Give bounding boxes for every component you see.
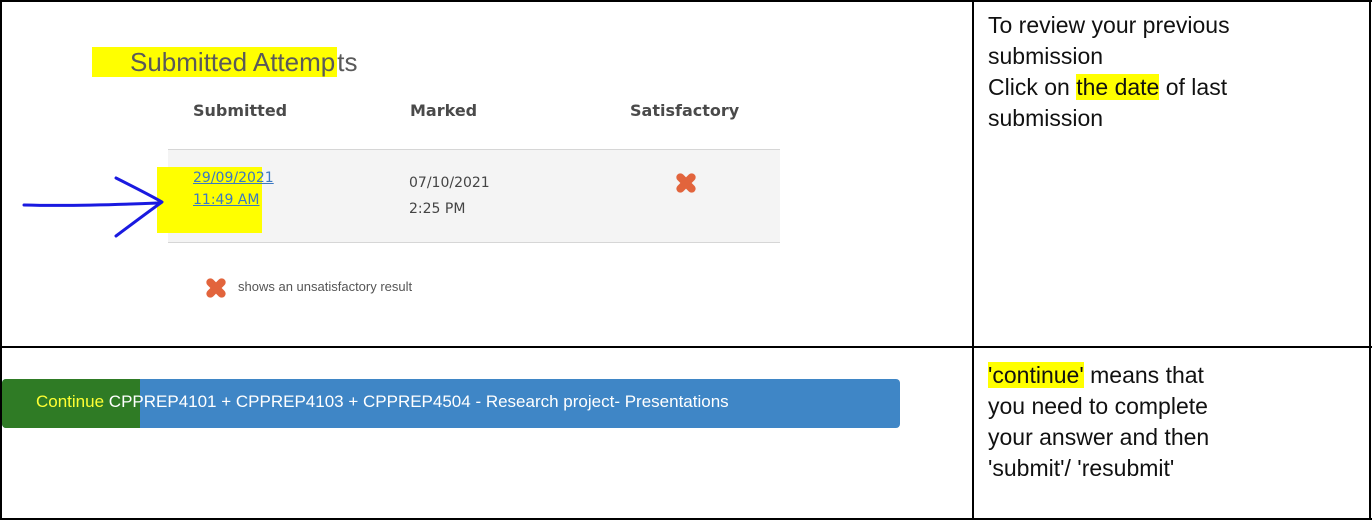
submitted-attempts-title: Submitted Attempts [92,40,358,84]
review-line-3-pre: Click on [988,74,1077,100]
continue-quote-highlight: 'continue' [988,362,1084,388]
continue-line-2: you need to complete [988,393,1208,419]
column-header-marked: Marked [410,101,478,120]
submitted-time[interactable]: 11:49 AM [193,189,262,211]
continue-instruction: 'continue' means that you need to comple… [988,360,1209,484]
review-line-4: submission [988,105,1104,131]
continue-course: CPPREP4101 + CPPREP4103 + CPPREP4504 - R… [104,392,729,411]
title-highlight: Submitted Attemp [92,47,338,77]
title-rest: ts [337,47,358,77]
table-border-left [0,0,2,520]
marked-cell: 07/10/2021 2:25 PM [409,170,490,222]
table-row-divider [0,346,1372,348]
table-column-divider [972,0,974,520]
marked-time: 2:25 PM [409,201,466,217]
continue-line-4: 'submit'/ 'resubmit' [988,455,1175,481]
continue-line-1: 'continue' means that [988,360,1209,391]
review-instruction: To review your previous submission Click… [988,10,1230,134]
blue-arrow-icon [22,176,164,238]
marked-date: 07/10/2021 [409,175,490,191]
continue-line-1-post: means that [1083,362,1204,388]
review-line-2: submission [988,43,1104,69]
the-date-highlight: the date [1076,74,1160,100]
legend-x-icon [205,277,225,297]
submitted-date[interactable]: 29/09/2021 [193,167,274,189]
column-header-submitted: Submitted [193,101,288,120]
review-line-3: Click on the date of last [988,72,1230,103]
unsatisfactory-x-icon [675,172,697,194]
review-line-1: To review your previous [988,12,1230,38]
continue-button[interactable]: Continue CPPREP4101 + CPPREP4103 + CPPRE… [2,379,900,428]
review-line-3-post: of last [1159,74,1228,100]
continue-button-label: Continue CPPREP4101 + CPPREP4103 + CPPRE… [36,392,729,412]
table-border-right [1369,0,1371,520]
table-border-top [0,0,1372,2]
column-header-satisfactory: Satisfactory [630,101,740,120]
submitted-date-link[interactable]: 29/09/2021 11:49 AM [157,167,274,233]
continue-line-3: your answer and then [988,424,1210,450]
legend-text: shows an unsatisfactory result [238,279,413,294]
continue-word: Continue [36,392,105,411]
